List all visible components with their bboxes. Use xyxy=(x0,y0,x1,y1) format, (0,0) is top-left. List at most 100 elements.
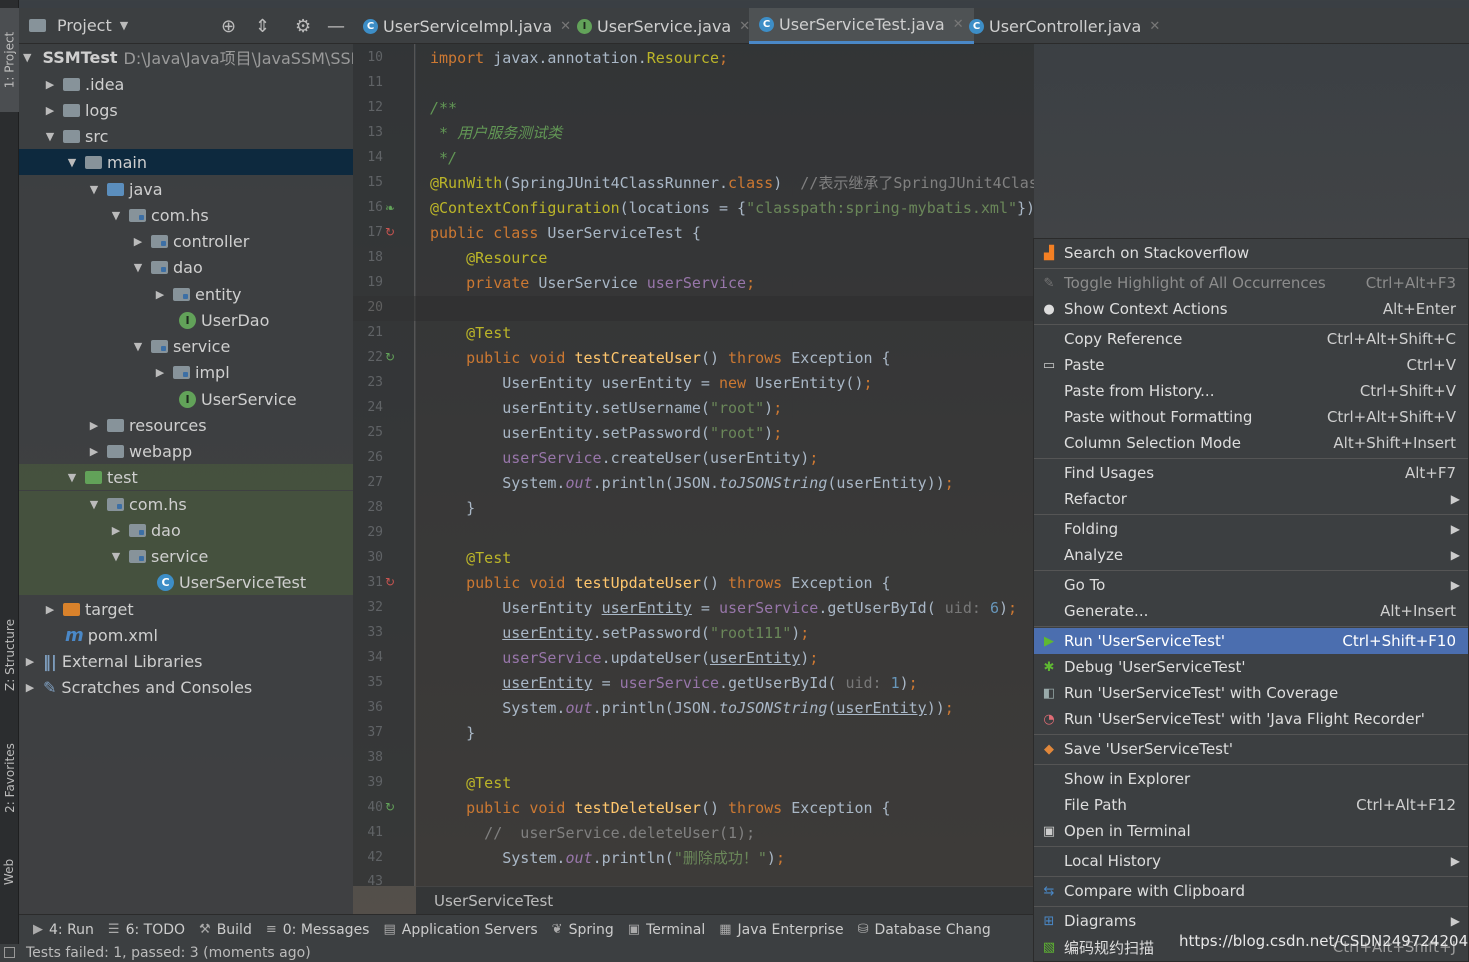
collapse-arrow-icon[interactable]: ▶ xyxy=(23,655,37,668)
expand-arrow-icon[interactable]: ▼ xyxy=(87,498,101,511)
collapse-arrow-icon[interactable]: ▶ xyxy=(43,78,57,91)
expand-arrow-icon[interactable]: ▼ xyxy=(109,550,123,563)
expand-arrow-icon[interactable]: ▼ xyxy=(43,130,57,143)
tab-userservicetest[interactable]: C UserServiceTest.java ✕ xyxy=(749,8,974,44)
tree-item-test-service[interactable]: ▼ service xyxy=(19,543,353,569)
menu-item-generate[interactable]: Generate... Alt+Insert xyxy=(1034,598,1468,624)
application-servers-tool-button[interactable]: ▤ Application Servers xyxy=(383,922,537,938)
collapse-arrow-icon[interactable]: ▶ xyxy=(109,524,123,537)
tree-item-java[interactable]: ▼ java xyxy=(19,176,353,202)
expand-arrow-icon[interactable]: ▼ xyxy=(109,209,123,222)
tree-item-target[interactable]: ▶ target xyxy=(19,596,353,622)
menu-item-paste-without-formatting[interactable]: Paste without Formatting Ctrl+Alt+Shift+V xyxy=(1034,404,1468,430)
menu-item-save-configuration[interactable]: ◆ Save 'UserServiceTest' xyxy=(1034,736,1468,762)
collapse-arrow-icon[interactable]: ▶ xyxy=(87,445,101,458)
terminal-tool-button[interactable]: ▣ Terminal xyxy=(628,922,705,938)
expand-arrow-icon[interactable]: ▼ xyxy=(23,51,31,64)
collapse-arrow-icon[interactable]: ▶ xyxy=(153,366,167,379)
tab-userservice[interactable]: I UserService.java ✕ xyxy=(567,8,760,44)
menu-item-run-with-flight-recorder[interactable]: ◔ Run 'UserServiceTest' with 'Java Flight… xyxy=(1034,706,1468,732)
editor-breadcrumb[interactable]: UserServiceTest xyxy=(416,886,1034,914)
tree-item-ssmtest[interactable]: ▼ SSMTest D:\Java\Java项目\JavaSSM\SSI xyxy=(19,44,353,70)
tool-windows-icon[interactable] xyxy=(4,947,15,958)
tree-item-idea[interactable]: ▶ .idea xyxy=(19,71,353,97)
collapse-arrow-icon[interactable]: ▶ xyxy=(153,288,167,301)
menu-item-run-with-coverage[interactable]: ◧ Run 'UserServiceTest' with Coverage xyxy=(1034,680,1468,706)
collapse-all-icon[interactable]: ⇕ xyxy=(255,16,270,37)
menu-item-analyze[interactable]: Analyze ▶ xyxy=(1034,542,1468,568)
tree-item-external-libraries[interactable]: ▶ ‖| External Libraries xyxy=(19,648,353,674)
tab-userserviceimpl[interactable]: C UserServiceImpl.java ✕ xyxy=(353,8,581,44)
menu-item-copy-reference[interactable]: Copy Reference Ctrl+Alt+Shift+C xyxy=(1034,326,1468,352)
code-editor[interactable]: import javax.annotation.Resource; /** * … xyxy=(416,44,1034,886)
menu-item-debug-test[interactable]: ✱ Debug 'UserServiceTest' xyxy=(1034,654,1468,680)
menu-item-find-usages[interactable]: Find Usages Alt+F7 xyxy=(1034,460,1468,486)
menu-item-show-context-actions[interactable]: ● Show Context Actions Alt+Enter xyxy=(1034,296,1468,322)
menu-item-show-in-explorer[interactable]: Show in Explorer xyxy=(1034,766,1468,792)
project-panel-title[interactable]: Project xyxy=(57,16,112,35)
run-test-icon[interactable]: ↻ xyxy=(385,225,395,239)
menu-item-paste[interactable]: ▭ Paste Ctrl+V xyxy=(1034,352,1468,378)
expand-arrow-icon[interactable]: ▼ xyxy=(65,471,79,484)
tree-item-webapp[interactable]: ▶ webapp xyxy=(19,438,353,464)
tree-item-entity[interactable]: ▶ entity xyxy=(19,281,353,307)
editor-gutter[interactable]: 10 11 12 13 14 15 16 17 18 19 20 21 22 2… xyxy=(353,44,415,889)
hide-icon[interactable]: — xyxy=(327,16,345,37)
tree-item-impl[interactable]: ▶ impl xyxy=(19,359,353,385)
tree-item-com-hs[interactable]: ▼ com.hs xyxy=(19,202,353,228)
tree-item-logs[interactable]: ▶ logs xyxy=(19,97,353,123)
locate-icon[interactable]: ⊕ xyxy=(221,16,236,37)
run-test-icon[interactable]: ↻ xyxy=(385,575,395,589)
tree-item-test-dao[interactable]: ▶ dao xyxy=(19,517,353,543)
run-tool-button[interactable]: ▶ 4: Run xyxy=(33,922,94,938)
menu-item-go-to[interactable]: Go To ▶ xyxy=(1034,572,1468,598)
menu-item-refactor[interactable]: Refactor ▶ xyxy=(1034,486,1468,512)
build-tool-button[interactable]: ⚒ Build xyxy=(199,922,252,938)
gear-icon[interactable]: ⚙ xyxy=(295,16,311,37)
tab-usercontroller[interactable]: C UserController.java ✕ xyxy=(959,8,1170,44)
spring-tool-button[interactable]: ❦ Spring xyxy=(552,922,614,938)
tree-item-resources[interactable]: ▶ resources xyxy=(19,412,353,438)
tree-item-controller[interactable]: ▶ controller xyxy=(19,228,353,254)
todo-tool-button[interactable]: ☰ 6: TODO xyxy=(108,922,185,938)
menu-item-compare-with-clipboard[interactable]: ⇆ Compare with Clipboard xyxy=(1034,878,1468,904)
collapse-arrow-icon[interactable]: ▶ xyxy=(43,603,57,616)
menu-item-paste-from-history[interactable]: Paste from History... Ctrl+Shift+V xyxy=(1034,378,1468,404)
tree-item-test-com-hs[interactable]: ▼ com.hs xyxy=(19,491,353,517)
menu-item-search-stackoverflow[interactable]: ▟ Search on Stackoverflow xyxy=(1034,240,1468,266)
collapse-arrow-icon[interactable]: ▶ xyxy=(131,235,145,248)
structure-tool-tab[interactable]: Z: Structure xyxy=(0,600,19,710)
tree-item-userdao[interactable]: I UserDao xyxy=(19,307,353,333)
tree-item-test[interactable]: ▼ test xyxy=(19,464,353,490)
menu-item-open-in-terminal[interactable]: ▣ Open in Terminal xyxy=(1034,818,1468,844)
tree-item-dao[interactable]: ▼ dao xyxy=(19,254,353,280)
web-tool-tab[interactable]: Web xyxy=(0,842,19,902)
close-icon[interactable]: ✕ xyxy=(1149,19,1160,34)
collapse-arrow-icon[interactable]: ▶ xyxy=(43,104,57,117)
tree-item-userservicetest[interactable]: C UserServiceTest xyxy=(19,569,353,595)
tree-item-scratches[interactable]: ▶ ✎ Scratches and Consoles xyxy=(19,674,353,700)
collapse-arrow-icon[interactable]: ▶ xyxy=(23,681,37,694)
run-test-icon[interactable]: ↻ xyxy=(385,350,395,364)
tree-item-src[interactable]: ▼ src xyxy=(19,123,353,149)
java-enterprise-tool-button[interactable]: ▦ Java Enterprise xyxy=(719,922,843,938)
status-text[interactable]: Tests failed: 1, passed: 3 (moments ago) xyxy=(26,945,311,961)
expand-arrow-icon[interactable]: ▼ xyxy=(131,340,145,353)
run-test-icon[interactable]: ↻ xyxy=(385,800,395,814)
expand-arrow-icon[interactable]: ▼ xyxy=(65,156,79,169)
tree-item-main[interactable]: ▼ main xyxy=(19,149,353,175)
tree-item-userservice[interactable]: I UserService xyxy=(19,386,353,412)
menu-item-run-test[interactable]: ▶ Run 'UserServiceTest' Ctrl+Shift+F10 xyxy=(1034,628,1468,654)
collapse-arrow-icon[interactable]: ▶ xyxy=(87,419,101,432)
spring-bean-icon[interactable]: ❧ xyxy=(385,201,395,215)
menu-item-file-path[interactable]: File Path Ctrl+Alt+F12 xyxy=(1034,792,1468,818)
menu-item-folding[interactable]: Folding ▶ xyxy=(1034,516,1468,542)
messages-tool-button[interactable]: ≡ 0: Messages xyxy=(266,922,370,938)
menu-item-diagrams[interactable]: ⊞ Diagrams ▶ xyxy=(1034,908,1468,934)
favorites-tool-tab[interactable]: 2: Favorites xyxy=(0,726,19,830)
menu-item-local-history[interactable]: Local History ▶ xyxy=(1034,848,1468,874)
expand-arrow-icon[interactable]: ▼ xyxy=(131,261,145,274)
menu-item-toggle-highlight[interactable]: ✎ Toggle Highlight of All Occurrences Ctrl… xyxy=(1034,270,1468,296)
tree-item-service[interactable]: ▼ service xyxy=(19,333,353,359)
database-changes-tool-button[interactable]: ⛁ Database Chang xyxy=(858,922,991,938)
